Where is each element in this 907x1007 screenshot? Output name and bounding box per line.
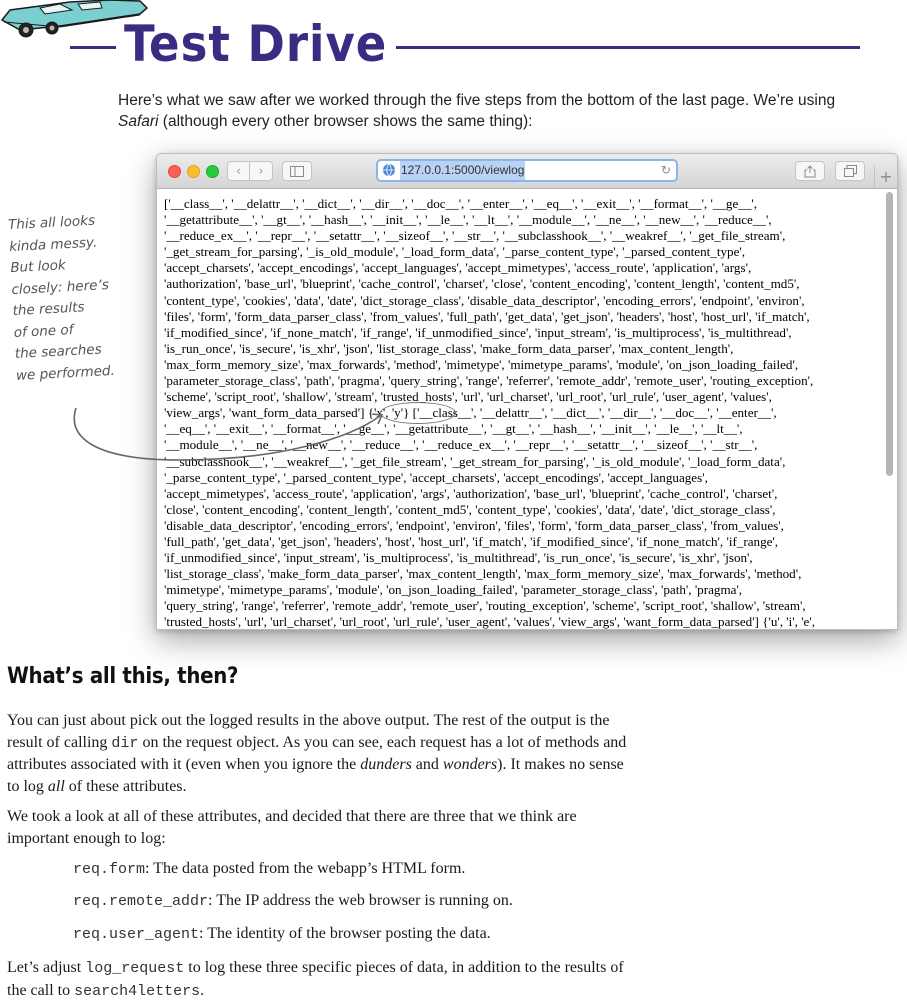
browser-toolbar: ‹ › 127.0.0.1:5000/viewlog ↻ + [157,154,897,189]
intro-text-end: (although every other browser shows the … [158,113,533,130]
output-line: ['__class__', '__delattr__', '__dict__',… [164,196,758,211]
vertical-scrollbar[interactable] [886,190,894,627]
forward-button[interactable]: › [250,161,273,181]
scrollbar-thumb[interactable] [886,192,893,476]
show-tabs-button[interactable] [835,161,865,181]
item-text: : The identity of the browser posting th… [199,925,491,942]
address-bar[interactable]: 127.0.0.1:5000/viewlog ↻ [376,159,678,182]
url-text: 127.0.0.1:5000/viewlog [400,161,526,180]
share-button[interactable] [795,161,825,181]
output-line: 'files', 'form', 'form_data_parser_class… [164,308,810,324]
list-item: req.remote_addr: The IP address the web … [73,892,513,910]
output-line: 'query_string', 'range', 'referrer', 're… [164,598,806,614]
intro-text-start: Here’s what we saw after we worked throu… [118,92,836,109]
zoom-window-button[interactable] [206,165,219,178]
list-item: req.form: The data posted from the webap… [73,860,465,878]
output-line: 'mimetype', 'mimetype_params', 'module',… [164,582,743,598]
item-text: : The IP address the web browser is runn… [208,892,513,909]
paragraph-adjust: Let’s adjust log_request to log these th… [7,957,637,1002]
output-line: 'authorization', 'base_url', 'blueprint'… [164,276,800,292]
output-line: 'trusted_hosts', 'url', 'url_charset', '… [164,614,815,630]
tabs-icon [843,165,857,177]
emphasis: dunders [360,756,412,773]
paragraph-explanation: You can just about pick out the logged r… [7,710,637,797]
output-line: 'disable_data_descriptor', 'encoding_err… [164,517,784,533]
title-rule-right [396,46,860,49]
output-line: 'accept_charsets', 'accept_encodings', '… [164,260,752,276]
output-line: '__reduce_ex__', '__repr__', '__setattr_… [164,228,786,244]
text: of these attributes. [64,777,187,795]
share-icon [804,165,816,178]
new-tab-button[interactable]: + [874,166,897,188]
handwritten-note: This all looks kinda messy. But look clo… [8,209,135,387]
text: . [200,981,205,999]
page-title: Test Drive [124,15,388,73]
inline-code: dir [111,734,139,752]
output-line: '_get_stream_for_parsing', '_is_old_modu… [164,244,746,260]
inline-code: req.remote_addr [73,893,209,910]
paragraph-attributes: We took a look at all of these attribute… [7,808,577,847]
back-button[interactable]: ‹ [227,161,250,181]
output-line: 'full_path', 'get_data', 'get_json', 'he… [164,533,779,549]
inline-code: search4letters [74,982,201,1000]
output-line: '_parse_content_type', '_parsed_content_… [164,469,708,485]
output-line: '__getattribute__', '__gt__', '__hash__'… [164,212,772,228]
inline-code: req.form [73,861,146,878]
chevron-left-icon: ‹ [236,164,241,178]
text: Let’s adjust [7,959,86,976]
sidebar-icon [290,166,304,177]
minimize-window-button[interactable] [187,165,200,178]
list-item: req.user_agent: The identity of the brow… [73,925,491,943]
globe-icon [383,163,395,177]
intro-paragraph: Here’s what we saw after we worked throu… [118,90,838,132]
emphasis: all [47,777,65,795]
output-line: 'if_modified_since', 'if_none_match', 'i… [164,324,792,340]
close-window-button[interactable] [168,165,181,178]
output-line: 'list_storage_class', 'make_form_data_pa… [164,566,802,582]
annotation-arrow [73,407,384,461]
reload-icon[interactable]: ↻ [661,161,671,180]
intro-browser-name: Safari [118,113,159,130]
output-line: 'max_form_memory_size', 'max_forwards', … [164,356,799,372]
output-line: 'content_type', 'cookies', 'data', 'date… [164,292,805,308]
inline-code: req.user_agent [73,926,200,943]
output-line: 'is_run_once', 'is_secure', 'is_xhr', 'j… [164,340,734,356]
output-line: 'if_unmodified_since', 'input_stream', '… [164,550,753,566]
section-heading: What’s all this, then? [7,664,239,689]
sidebar-toggle-button[interactable] [282,161,312,181]
plus-icon: + [879,167,893,186]
item-text: : The data posted from the webapp’s HTML… [145,860,466,877]
output-line: 'close', 'content_encoding', 'content_le… [164,501,776,517]
text: and [411,756,443,773]
inline-code: log_request [85,960,185,977]
title-rule-left [70,46,116,49]
chevron-right-icon: › [258,164,264,178]
emphasis: wonders [442,756,498,773]
output-line: 'accept_mimetypes', 'access_route', 'app… [164,485,778,501]
